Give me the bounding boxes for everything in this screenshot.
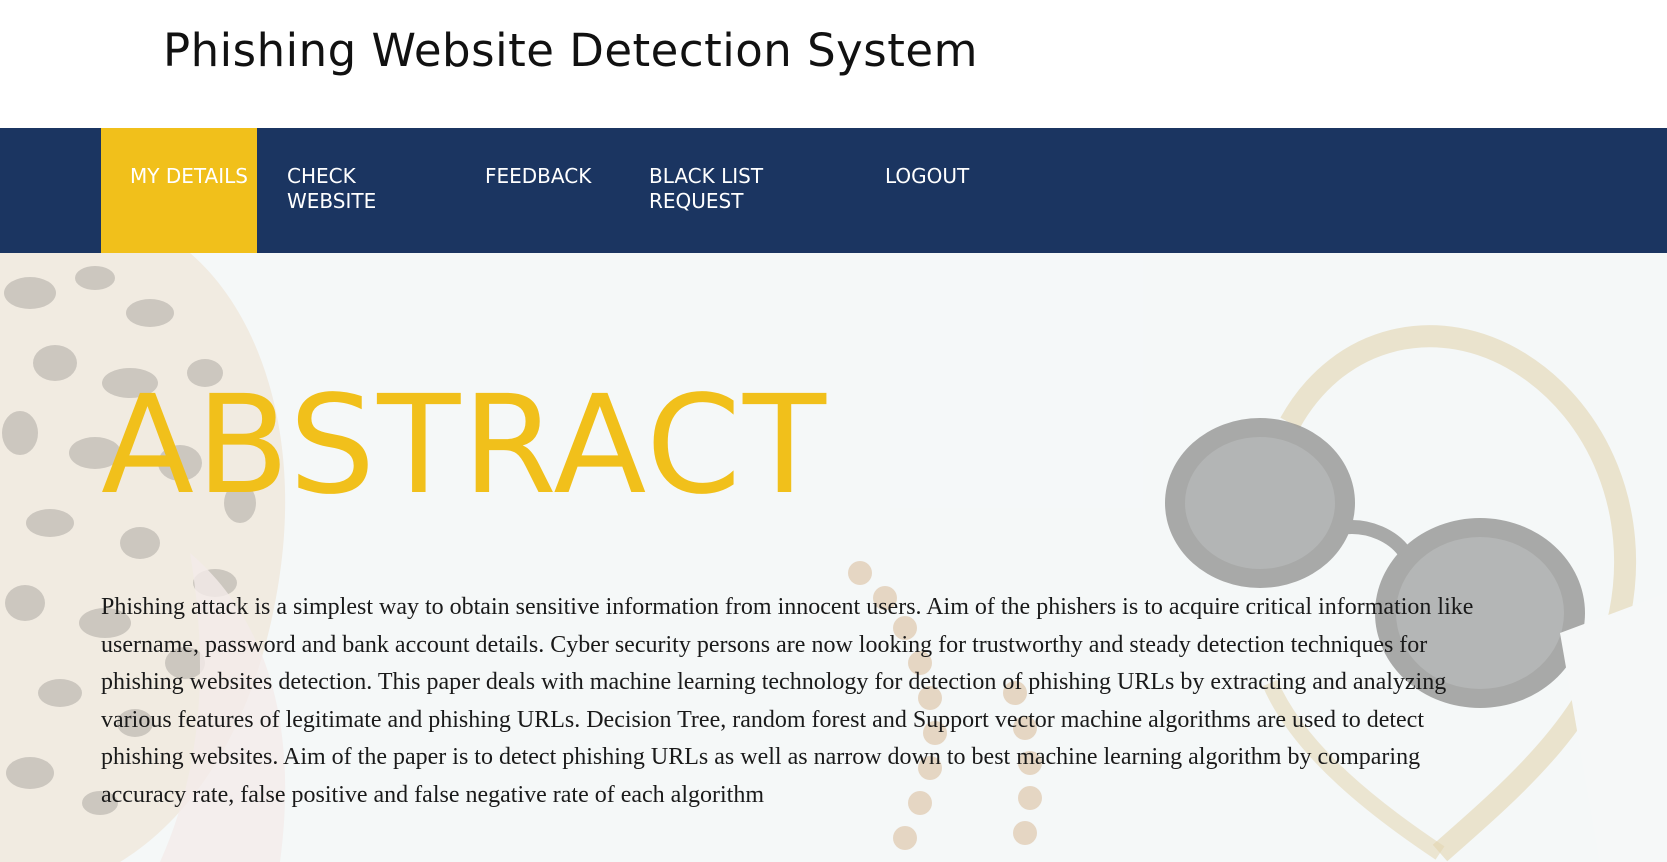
site-title: Phishing Website Detection System: [163, 24, 978, 77]
hero-section: ABSTRACT Phishing attack is a simplest w…: [0, 253, 1667, 862]
nav-item-label: CHECK WEBSITE: [287, 164, 377, 213]
abstract-paragraph: Phishing attack is a simplest way to obt…: [101, 594, 1474, 808]
site-header: Phishing Website Detection System: [0, 0, 1667, 128]
nav-item-logout[interactable]: LOGOUT: [856, 128, 1016, 253]
nav-item-black-list-request[interactable]: BLACK LIST REQUEST: [620, 128, 820, 253]
nav-item-check-website[interactable]: CHECK WEBSITE: [257, 128, 437, 253]
nav-item-label: LOGOUT: [885, 164, 970, 188]
nav-item-label: MY DETAILS: [130, 164, 248, 188]
abstract-heading: ABSTRACT: [101, 367, 829, 525]
main-nav: MY DETAILS CHECK WEBSITE FEEDBACK BLACK …: [0, 128, 1667, 253]
nav-item-label: BLACK LIST REQUEST: [649, 164, 764, 213]
nav-item-my-details[interactable]: MY DETAILS: [101, 128, 257, 253]
nav-item-feedback[interactable]: FEEDBACK: [456, 128, 616, 253]
